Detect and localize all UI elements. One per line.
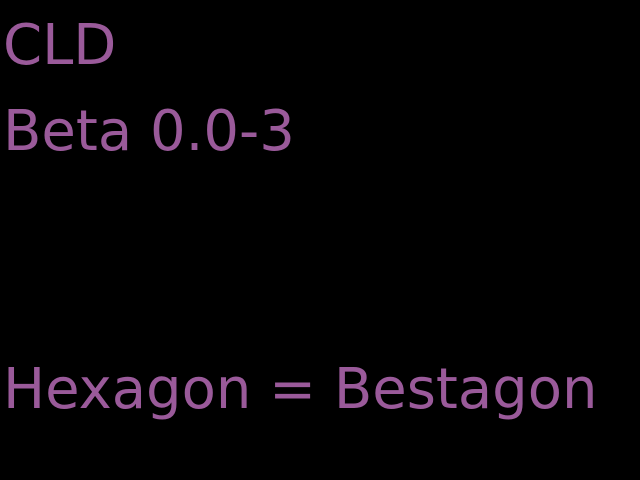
app-title: CLD [3, 13, 117, 78]
splash-screen: CLD Beta 0.0-3 Hexagon = Bestagon [0, 0, 640, 480]
version-label: Beta 0.0-3 [3, 99, 295, 164]
tagline-text: Hexagon = Bestagon [3, 357, 598, 422]
